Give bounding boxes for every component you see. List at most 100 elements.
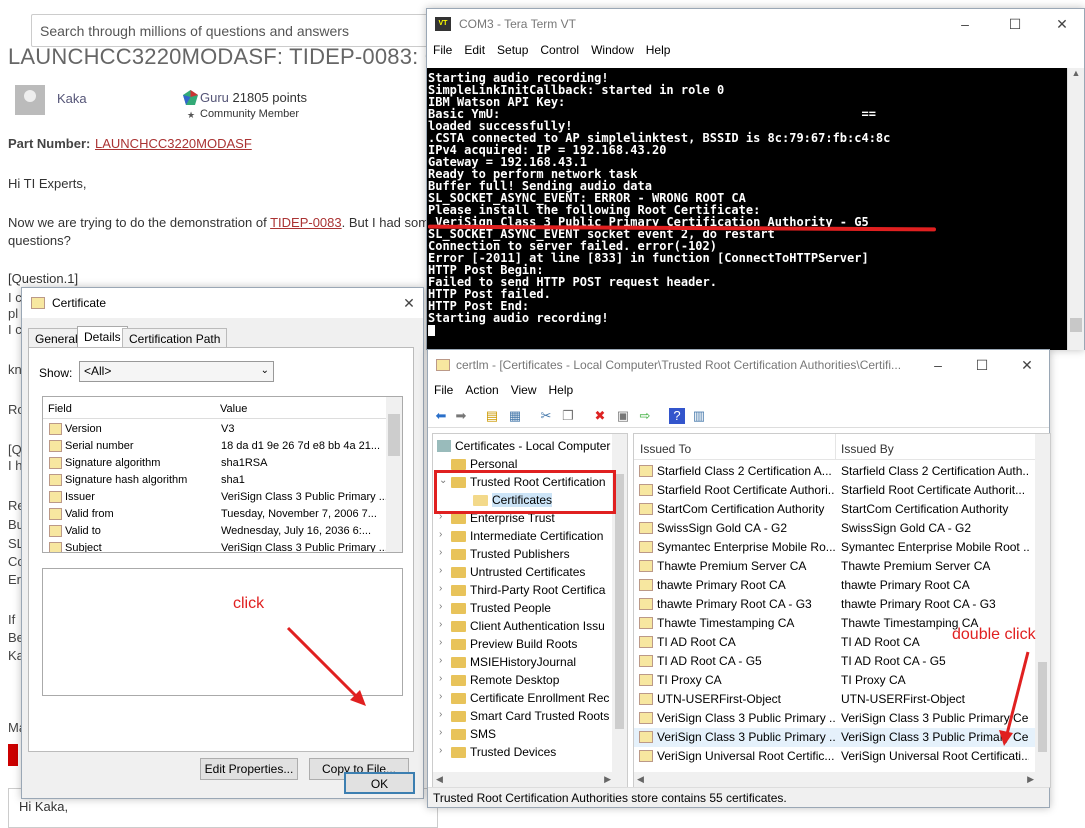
field-value-box[interactable] [42, 568, 403, 696]
menu-file[interactable]: File [428, 380, 459, 397]
scroll-thumb[interactable] [1070, 318, 1082, 332]
chevron-right-icon[interactable]: › [439, 673, 449, 684]
issued-to: VeriSign Class 3 Public Primary ... [657, 711, 835, 725]
minimize-icon[interactable]: – [928, 355, 948, 375]
chevron-right-icon[interactable]: › [439, 583, 449, 594]
chevron-right-icon[interactable]: › [439, 637, 449, 648]
scroll-thumb[interactable] [388, 414, 400, 456]
chevron-right-icon[interactable]: › [439, 691, 449, 702]
part-number-link[interactable]: LAUNCHCC3220MODASF [95, 136, 252, 151]
chevron-right-icon[interactable]: › [439, 601, 449, 612]
scroll-up-icon[interactable]: ▲ [1068, 68, 1084, 84]
certificate-row[interactable]: Thawte Premium Server CA Thawte Premium S… [634, 557, 1036, 576]
col-issued-to[interactable]: Issued To [640, 442, 691, 456]
list-hscrollbar[interactable]: ◀ ▶ [634, 772, 1050, 787]
minimize-icon[interactable]: – [955, 14, 975, 34]
certificate-row[interactable]: VeriSign Class 3 Public Primary ... VeriS… [634, 709, 1036, 728]
scroll-thumb[interactable] [615, 474, 624, 729]
field-row[interactable]: Valid from Tuesday, November 7, 2006 7... [43, 506, 388, 523]
certificate-row[interactable]: VeriSign Class 3 Public Primary ... VeriS… [634, 728, 1036, 747]
certificate-row[interactable]: Starfield Root Certificate Authori... Sta… [634, 481, 1036, 500]
fields-scrollbar[interactable] [386, 397, 402, 552]
forward-icon[interactable]: ➡ [453, 408, 469, 424]
menu-action[interactable]: Action [459, 380, 504, 397]
col-value[interactable]: Value [220, 403, 247, 415]
certificate-row[interactable]: Starfield Class 2 Certification A... Star… [634, 462, 1036, 481]
certificate-row[interactable]: SwissSign Gold CA - G2 SwissSign Gold CA … [634, 519, 1036, 538]
cut-icon[interactable]: ✂ [538, 408, 554, 424]
show-tree-icon[interactable]: ▦ [507, 408, 523, 424]
close-icon[interactable]: ✕ [1052, 14, 1072, 34]
avatar[interactable] [15, 85, 45, 115]
certificate-row[interactable]: thawte Primary Root CA thawte Primary Roo… [634, 576, 1036, 595]
menu-window[interactable]: Window [585, 40, 640, 57]
menu-help[interactable]: Help [543, 380, 580, 397]
certificate-dialog[interactable]: Certificate ✕ General Details Certificat… [21, 287, 424, 799]
field-row[interactable]: Subject VeriSign Class 3 Public Primary .… [43, 540, 388, 552]
certificate-row[interactable]: TI Proxy CA TI Proxy CA [634, 671, 1036, 690]
up-folder-icon[interactable]: ▤ [484, 408, 500, 424]
certificate-row[interactable]: VeriSign Universal Root Certific... VeriS… [634, 747, 1036, 766]
teraterm-titlebar[interactable]: VT COM3 - Tera Term VT – ☐ ✕ [427, 9, 1084, 39]
view-icon[interactable]: ▥ [691, 408, 707, 424]
maximize-icon[interactable]: ☐ [1005, 14, 1025, 34]
maximize-icon[interactable]: ☐ [972, 355, 992, 375]
tree-hscrollbar[interactable]: ◀ ▶ [433, 772, 627, 787]
delete-icon[interactable]: ✖ [592, 408, 608, 424]
certificate-list[interactable]: Issued To Issued By Starfield Class 2 Ce… [633, 433, 1051, 788]
teraterm-window[interactable]: VT COM3 - Tera Term VT – ☐ ✕ File Edit Set… [426, 8, 1085, 350]
help-icon[interactable]: ? [669, 408, 685, 424]
close-icon[interactable]: ✕ [1017, 355, 1037, 375]
author-name[interactable]: Kaka [57, 91, 87, 106]
certificate-row[interactable]: thawte Primary Root CA - G3 thawte Primar… [634, 595, 1036, 614]
field-row[interactable]: Signature hash algorithm sha1 [43, 472, 388, 489]
terminal-scrollbar[interactable]: ▲ [1067, 68, 1084, 350]
chevron-right-icon[interactable]: › [439, 709, 449, 720]
certificate-row[interactable]: TI AD Root CA - G5 TI AD Root CA - G5 [634, 652, 1036, 671]
chevron-right-icon[interactable]: › [439, 727, 449, 738]
scroll-thumb[interactable] [1038, 662, 1047, 752]
chevron-right-icon[interactable]: › [439, 565, 449, 576]
certificate-row[interactable]: UTN-USERFirst-Object UTN-USERFirst-Object [634, 690, 1036, 709]
list-scrollbar[interactable] [1035, 434, 1050, 773]
menu-edit[interactable]: Edit [458, 40, 491, 57]
certificate-titlebar[interactable]: Certificate ✕ [22, 288, 423, 318]
terminal-output[interactable]: Starting audio recording! SimpleLinkInitC… [427, 68, 1067, 350]
menu-setup[interactable]: Setup [491, 40, 534, 57]
field-row[interactable]: Version V3 [43, 421, 388, 438]
certificate-row[interactable]: Symantec Enterprise Mobile Ro... Symantec… [634, 538, 1036, 557]
field-row[interactable]: Valid to Wednesday, July 16, 2036 6:... [43, 523, 388, 540]
field-name: Valid from [65, 508, 114, 520]
export-icon[interactable]: ⇨ [637, 408, 653, 424]
chevron-right-icon[interactable]: › [439, 529, 449, 540]
reply-button[interactable] [8, 744, 18, 766]
certlm-titlebar[interactable]: certlm - [Certificates - Local Computer\… [428, 350, 1049, 380]
certlm-window[interactable]: certlm - [Certificates - Local Computer\… [427, 349, 1051, 808]
fields-list[interactable]: Field Value Version V3 Serial number 18 da … [42, 396, 403, 553]
chevron-right-icon[interactable]: › [439, 745, 449, 756]
field-row[interactable]: Signature algorithm sha1RSA [43, 455, 388, 472]
menu-help[interactable]: Help [640, 40, 677, 57]
menu-file[interactable]: File [427, 40, 458, 57]
col-issued-by[interactable]: Issued By [841, 442, 894, 456]
field-row[interactable]: Issuer VeriSign Class 3 Public Primary ..… [43, 489, 388, 506]
show-select[interactable]: <All> ⌄ [79, 361, 274, 382]
tab-details[interactable]: Details [77, 326, 128, 349]
tidep-link[interactable]: TIDEP-0083 [270, 215, 342, 230]
tab-certification-path[interactable]: Certification Path [122, 328, 228, 348]
back-icon[interactable]: ⬅ [433, 408, 449, 424]
field-row[interactable]: Serial number 18 da d1 9e 26 7d e8 bb 4a … [43, 438, 388, 455]
search-input[interactable]: Search through millions of questions and… [31, 14, 451, 47]
chevron-right-icon[interactable]: › [439, 655, 449, 666]
menu-control[interactable]: Control [534, 40, 585, 57]
col-field[interactable]: Field [48, 403, 72, 415]
chevron-right-icon[interactable]: › [439, 547, 449, 558]
certificate-row[interactable]: StartCom Certification Authority StartCom… [634, 500, 1036, 519]
close-icon[interactable]: ✕ [399, 293, 419, 313]
chevron-right-icon[interactable]: › [439, 619, 449, 630]
copy-icon[interactable]: ❐ [560, 408, 576, 424]
properties-icon[interactable]: ▣ [615, 408, 631, 424]
menu-view[interactable]: View [505, 380, 543, 397]
edit-properties-button[interactable]: Edit Properties... [200, 758, 298, 780]
ok-button[interactable]: OK [344, 772, 415, 794]
